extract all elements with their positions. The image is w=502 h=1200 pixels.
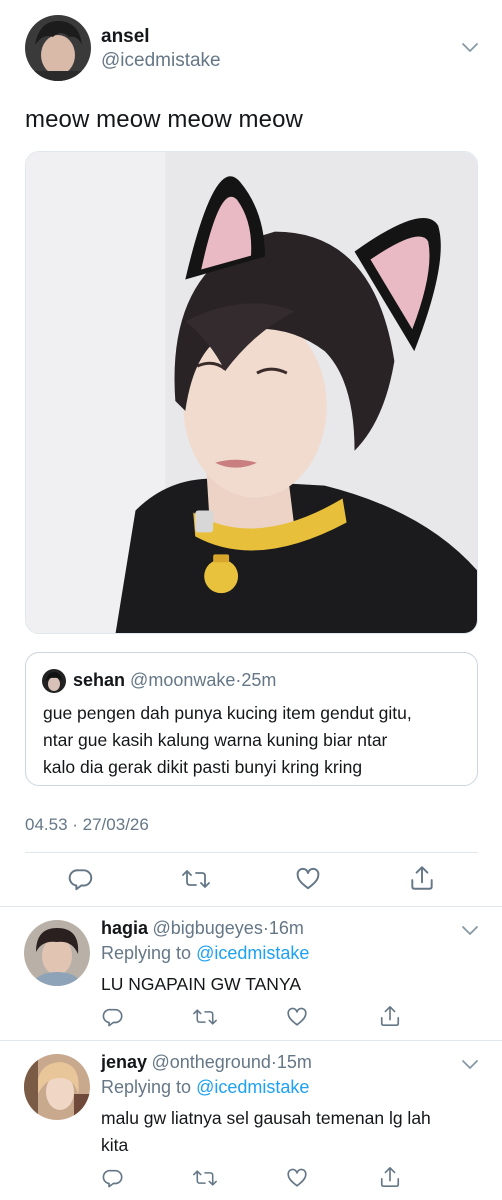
divider <box>0 906 502 907</box>
reply-text: LU NGAPAIN GW TANYA <box>101 971 481 998</box>
reply-text-line: kita <box>101 1135 129 1155</box>
quoted-text-line: ntar gue kasih kalung warna kuning biar … <box>43 730 388 750</box>
chevron-down-icon[interactable] <box>461 40 479 54</box>
reply-text: malu gw liatnya sel gausah temenan lg la… <box>101 1105 486 1159</box>
quoted-display-name: sehan <box>73 670 126 690</box>
reply-display-name[interactable]: jenay <box>101 1052 147 1072</box>
replying-to-mention[interactable]: @icedmistake <box>196 943 309 963</box>
tweet-timestamp[interactable]: 04.53 · 27/03/26 <box>25 815 149 835</box>
photo-of-person-with-cat-ears <box>26 152 477 633</box>
reply-text-line: malu gw liatnya sel gausah temenan lg la… <box>101 1108 431 1128</box>
divider <box>0 1040 502 1041</box>
retweet-icon[interactable] <box>182 866 210 892</box>
reply-icon[interactable] <box>102 1167 124 1189</box>
like-icon[interactable] <box>286 1167 308 1189</box>
reply-display-name[interactable]: hagia <box>101 918 148 938</box>
retweet-icon[interactable] <box>193 1167 217 1189</box>
like-icon[interactable] <box>295 866 321 892</box>
reply-handle[interactable]: @ontheground <box>151 1052 270 1072</box>
quoted-avatar <box>42 669 66 693</box>
reply-text-line: LU NGAPAIN GW TANYA <box>101 974 301 994</box>
reply-icon[interactable] <box>102 1006 124 1028</box>
reply-avatar[interactable] <box>24 1054 90 1120</box>
share-icon[interactable] <box>409 864 435 892</box>
quoted-text-line: kalo dia gerak dikit pasti bunyi kring k… <box>43 757 363 777</box>
main-display-name[interactable]: ansel <box>101 26 150 48</box>
quoted-text: gue pengen dah punya kucing item gendut … <box>43 700 473 781</box>
chevron-down-icon[interactable] <box>461 923 479 937</box>
replying-to-label: Replying to <box>101 943 192 963</box>
share-icon[interactable] <box>379 1165 401 1189</box>
reply-avatar[interactable] <box>24 920 90 986</box>
retweet-icon[interactable] <box>193 1006 217 1028</box>
replying-to-label: Replying to <box>101 1077 192 1097</box>
share-icon[interactable] <box>379 1004 401 1028</box>
reply-icon[interactable] <box>68 866 94 892</box>
chevron-down-icon[interactable] <box>461 1057 479 1071</box>
divider <box>25 852 478 853</box>
quoted-handle: @moonwake <box>130 670 236 690</box>
quoted-time: 25m <box>241 670 277 690</box>
reply-time[interactable]: 16m <box>269 918 304 938</box>
main-handle[interactable]: @icedmistake <box>101 50 221 72</box>
tweet-text: meow meow meow meow <box>25 106 303 133</box>
quoted-text-line: gue pengen dah punya kucing item gendut … <box>43 703 412 723</box>
reply-handle[interactable]: @bigbugeyes <box>152 918 262 938</box>
replying-to-mention[interactable]: @icedmistake <box>196 1077 309 1097</box>
tweet-media[interactable] <box>25 151 478 634</box>
main-avatar[interactable] <box>25 15 91 81</box>
like-icon[interactable] <box>286 1006 308 1028</box>
reply-time[interactable]: 15m <box>277 1052 312 1072</box>
quoted-tweet[interactable]: sehan @moonwake·25m gue pengen dah punya… <box>25 652 478 786</box>
